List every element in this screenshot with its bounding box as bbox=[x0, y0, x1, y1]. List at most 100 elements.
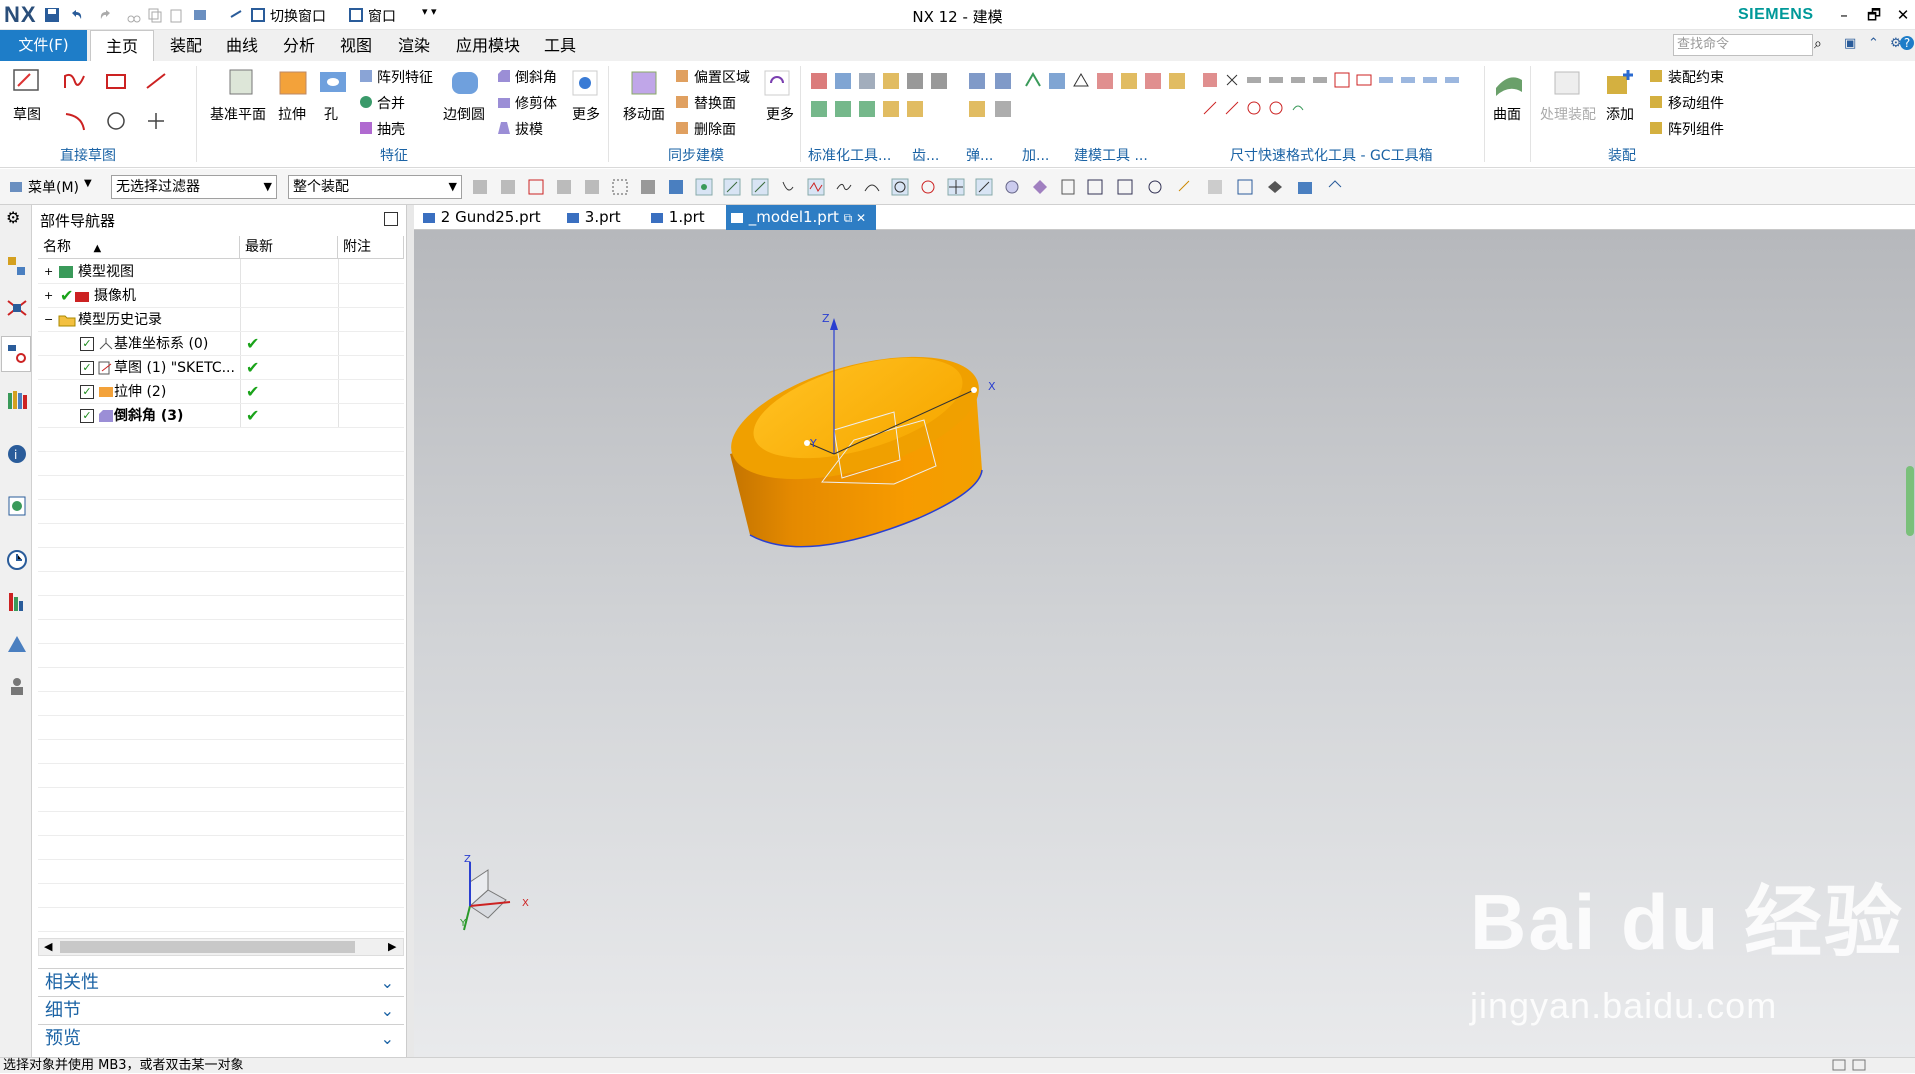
view-icon[interactable] bbox=[1265, 177, 1287, 199]
panel-preview[interactable]: 预览 ⌄ bbox=[38, 1024, 404, 1052]
rotate-icon[interactable] bbox=[1145, 177, 1167, 199]
tree-row-model-views[interactable]: + 模型视图 bbox=[38, 260, 404, 284]
tool-icon[interactable] bbox=[856, 98, 878, 120]
dim-icon[interactable] bbox=[1420, 70, 1442, 92]
snap-icon[interactable] bbox=[722, 177, 744, 199]
view-icon[interactable] bbox=[1235, 177, 1257, 199]
column-header-notes[interactable]: 附注 bbox=[338, 236, 404, 259]
select-icon[interactable] bbox=[526, 177, 548, 199]
dim-icon[interactable] bbox=[1222, 70, 1244, 92]
tool-icon[interactable] bbox=[904, 98, 926, 120]
tree-row-extrude[interactable]: ✓ 拉伸 (2) ✔ bbox=[38, 380, 404, 404]
circle-icon[interactable] bbox=[103, 110, 129, 132]
expand-icon[interactable]: + bbox=[44, 284, 53, 308]
dim-icon[interactable] bbox=[1200, 98, 1222, 120]
add-component-icon[interactable] bbox=[1602, 66, 1636, 98]
tool-icon[interactable] bbox=[1070, 70, 1092, 92]
dim-icon[interactable] bbox=[1288, 70, 1310, 92]
search-icon[interactable]: ⌕ bbox=[1814, 36, 1822, 52]
group-machining[interactable]: 加... bbox=[1022, 145, 1049, 165]
tool-icon[interactable] bbox=[880, 98, 902, 120]
tree-row-datum-csys[interactable]: ✓ 基准坐标系 (0) ✔ bbox=[38, 332, 404, 356]
select-icon[interactable] bbox=[610, 177, 632, 199]
snap-icon[interactable] bbox=[1030, 177, 1052, 199]
tree-row-sketch[interactable]: ✓ 草图 (1) "SKETC... ✔ bbox=[38, 356, 404, 380]
doc-tab[interactable]: 2 Gund25.prt bbox=[418, 205, 548, 230]
tool-icon[interactable] bbox=[1142, 70, 1164, 92]
dim-icon[interactable] bbox=[1376, 70, 1398, 92]
tool-icon[interactable] bbox=[856, 70, 878, 92]
dim-icon[interactable] bbox=[1266, 70, 1288, 92]
scroll-right-icon[interactable]: ▶ bbox=[388, 940, 396, 953]
pattern-component-button[interactable]: 阵列组件 bbox=[1668, 119, 1724, 139]
group-spring[interactable]: 弹... bbox=[966, 145, 993, 165]
visibility-checkbox[interactable]: ✓ bbox=[80, 385, 94, 399]
expand-icon[interactable]: + bbox=[44, 260, 53, 284]
rectangle-icon[interactable] bbox=[103, 70, 129, 92]
point-icon[interactable] bbox=[143, 110, 169, 132]
select-icon[interactable] bbox=[554, 177, 576, 199]
tool-icon[interactable] bbox=[904, 70, 926, 92]
collapse-ribbon-icon[interactable]: ⌃ bbox=[1868, 36, 1879, 51]
tab-tools[interactable]: 工具 bbox=[532, 30, 588, 61]
dim-icon[interactable] bbox=[1244, 98, 1266, 120]
dim-icon[interactable] bbox=[1288, 98, 1310, 120]
group-standard-tools[interactable]: 标准化工具... bbox=[808, 145, 891, 165]
chamfer-button[interactable]: 倒斜角 bbox=[515, 67, 557, 87]
view-icon[interactable] bbox=[1295, 177, 1317, 199]
tree-row-chamfer[interactable]: ✓ 倒斜角 (3) ✔ bbox=[38, 404, 404, 428]
tool-icon[interactable] bbox=[928, 70, 950, 92]
palette-icon[interactable] bbox=[5, 590, 29, 614]
status-icon[interactable] bbox=[1852, 1059, 1866, 1071]
tab-analysis[interactable]: 分析 bbox=[271, 30, 327, 61]
tab-view[interactable]: 视图 bbox=[328, 30, 384, 61]
visibility-checkbox[interactable]: ✓ bbox=[80, 361, 94, 375]
tree-row-camera[interactable]: + ✔ 摄像机 bbox=[38, 284, 404, 308]
hd3d-tools-icon[interactable]: i bbox=[5, 442, 29, 466]
dim-icon[interactable] bbox=[1354, 70, 1376, 92]
snap-icon[interactable] bbox=[806, 177, 828, 199]
pattern-feature-button[interactable]: 阵列特征 bbox=[377, 67, 433, 87]
tab-assembly[interactable]: 装配 bbox=[158, 30, 214, 61]
web-browser-icon[interactable] bbox=[5, 494, 29, 518]
command-search-input[interactable]: 查找命令 bbox=[1673, 34, 1813, 56]
view-icon[interactable] bbox=[1325, 177, 1347, 199]
tree-row-model-history[interactable]: − 模型历史记录 bbox=[38, 308, 404, 332]
dim-icon[interactable] bbox=[1398, 70, 1420, 92]
line-icon[interactable] bbox=[143, 70, 169, 92]
surface-icon[interactable] bbox=[1492, 66, 1526, 98]
snap-icon[interactable] bbox=[890, 177, 912, 199]
group-dimension-tools[interactable]: 尺寸快速格式化工具 - GC工具箱 bbox=[1230, 145, 1433, 165]
group-gear[interactable]: 齿... bbox=[912, 145, 939, 165]
profile-icon[interactable] bbox=[62, 70, 88, 92]
chevron-down-icon[interactable]: ▼ bbox=[84, 178, 92, 189]
draft-button[interactable]: 拔模 bbox=[515, 119, 543, 139]
tool-icon[interactable] bbox=[1046, 70, 1068, 92]
trim-body-button[interactable]: 修剪体 bbox=[515, 93, 557, 113]
panel-details[interactable]: 细节 ⌄ bbox=[38, 996, 404, 1024]
tool-icon[interactable] bbox=[992, 98, 1014, 120]
tool-icon[interactable] bbox=[1166, 70, 1188, 92]
doc-tab[interactable]: 3.prt bbox=[562, 205, 632, 230]
reuse-library-icon[interactable] bbox=[5, 388, 29, 412]
vertical-scroll-indicator[interactable] bbox=[1906, 466, 1914, 536]
shell-button[interactable]: 抽壳 bbox=[377, 119, 405, 139]
menu-button[interactable]: 菜单(M) bbox=[28, 177, 79, 197]
group-modeling-tools[interactable]: 建模工具 ... bbox=[1074, 145, 1148, 165]
select-icon[interactable] bbox=[498, 177, 520, 199]
roles-icon[interactable] bbox=[5, 674, 29, 698]
view-icon[interactable] bbox=[1205, 177, 1227, 199]
select-icon[interactable] bbox=[582, 177, 604, 199]
view-icon[interactable] bbox=[1085, 177, 1107, 199]
sketch-button[interactable] bbox=[10, 66, 44, 102]
snap-icon[interactable] bbox=[694, 177, 716, 199]
more-sync-icon[interactable] bbox=[762, 68, 792, 98]
scroll-left-icon[interactable]: ◀ bbox=[44, 940, 52, 953]
dim-icon[interactable] bbox=[1442, 70, 1464, 92]
view-icon[interactable] bbox=[1175, 177, 1197, 199]
spring-icon[interactable] bbox=[992, 70, 1014, 92]
type-filter-select[interactable]: 无选择过滤器 ▼ bbox=[111, 175, 277, 199]
tool-icon[interactable] bbox=[880, 70, 902, 92]
dim-icon[interactable] bbox=[1222, 98, 1244, 120]
tool-icon[interactable] bbox=[1118, 70, 1140, 92]
